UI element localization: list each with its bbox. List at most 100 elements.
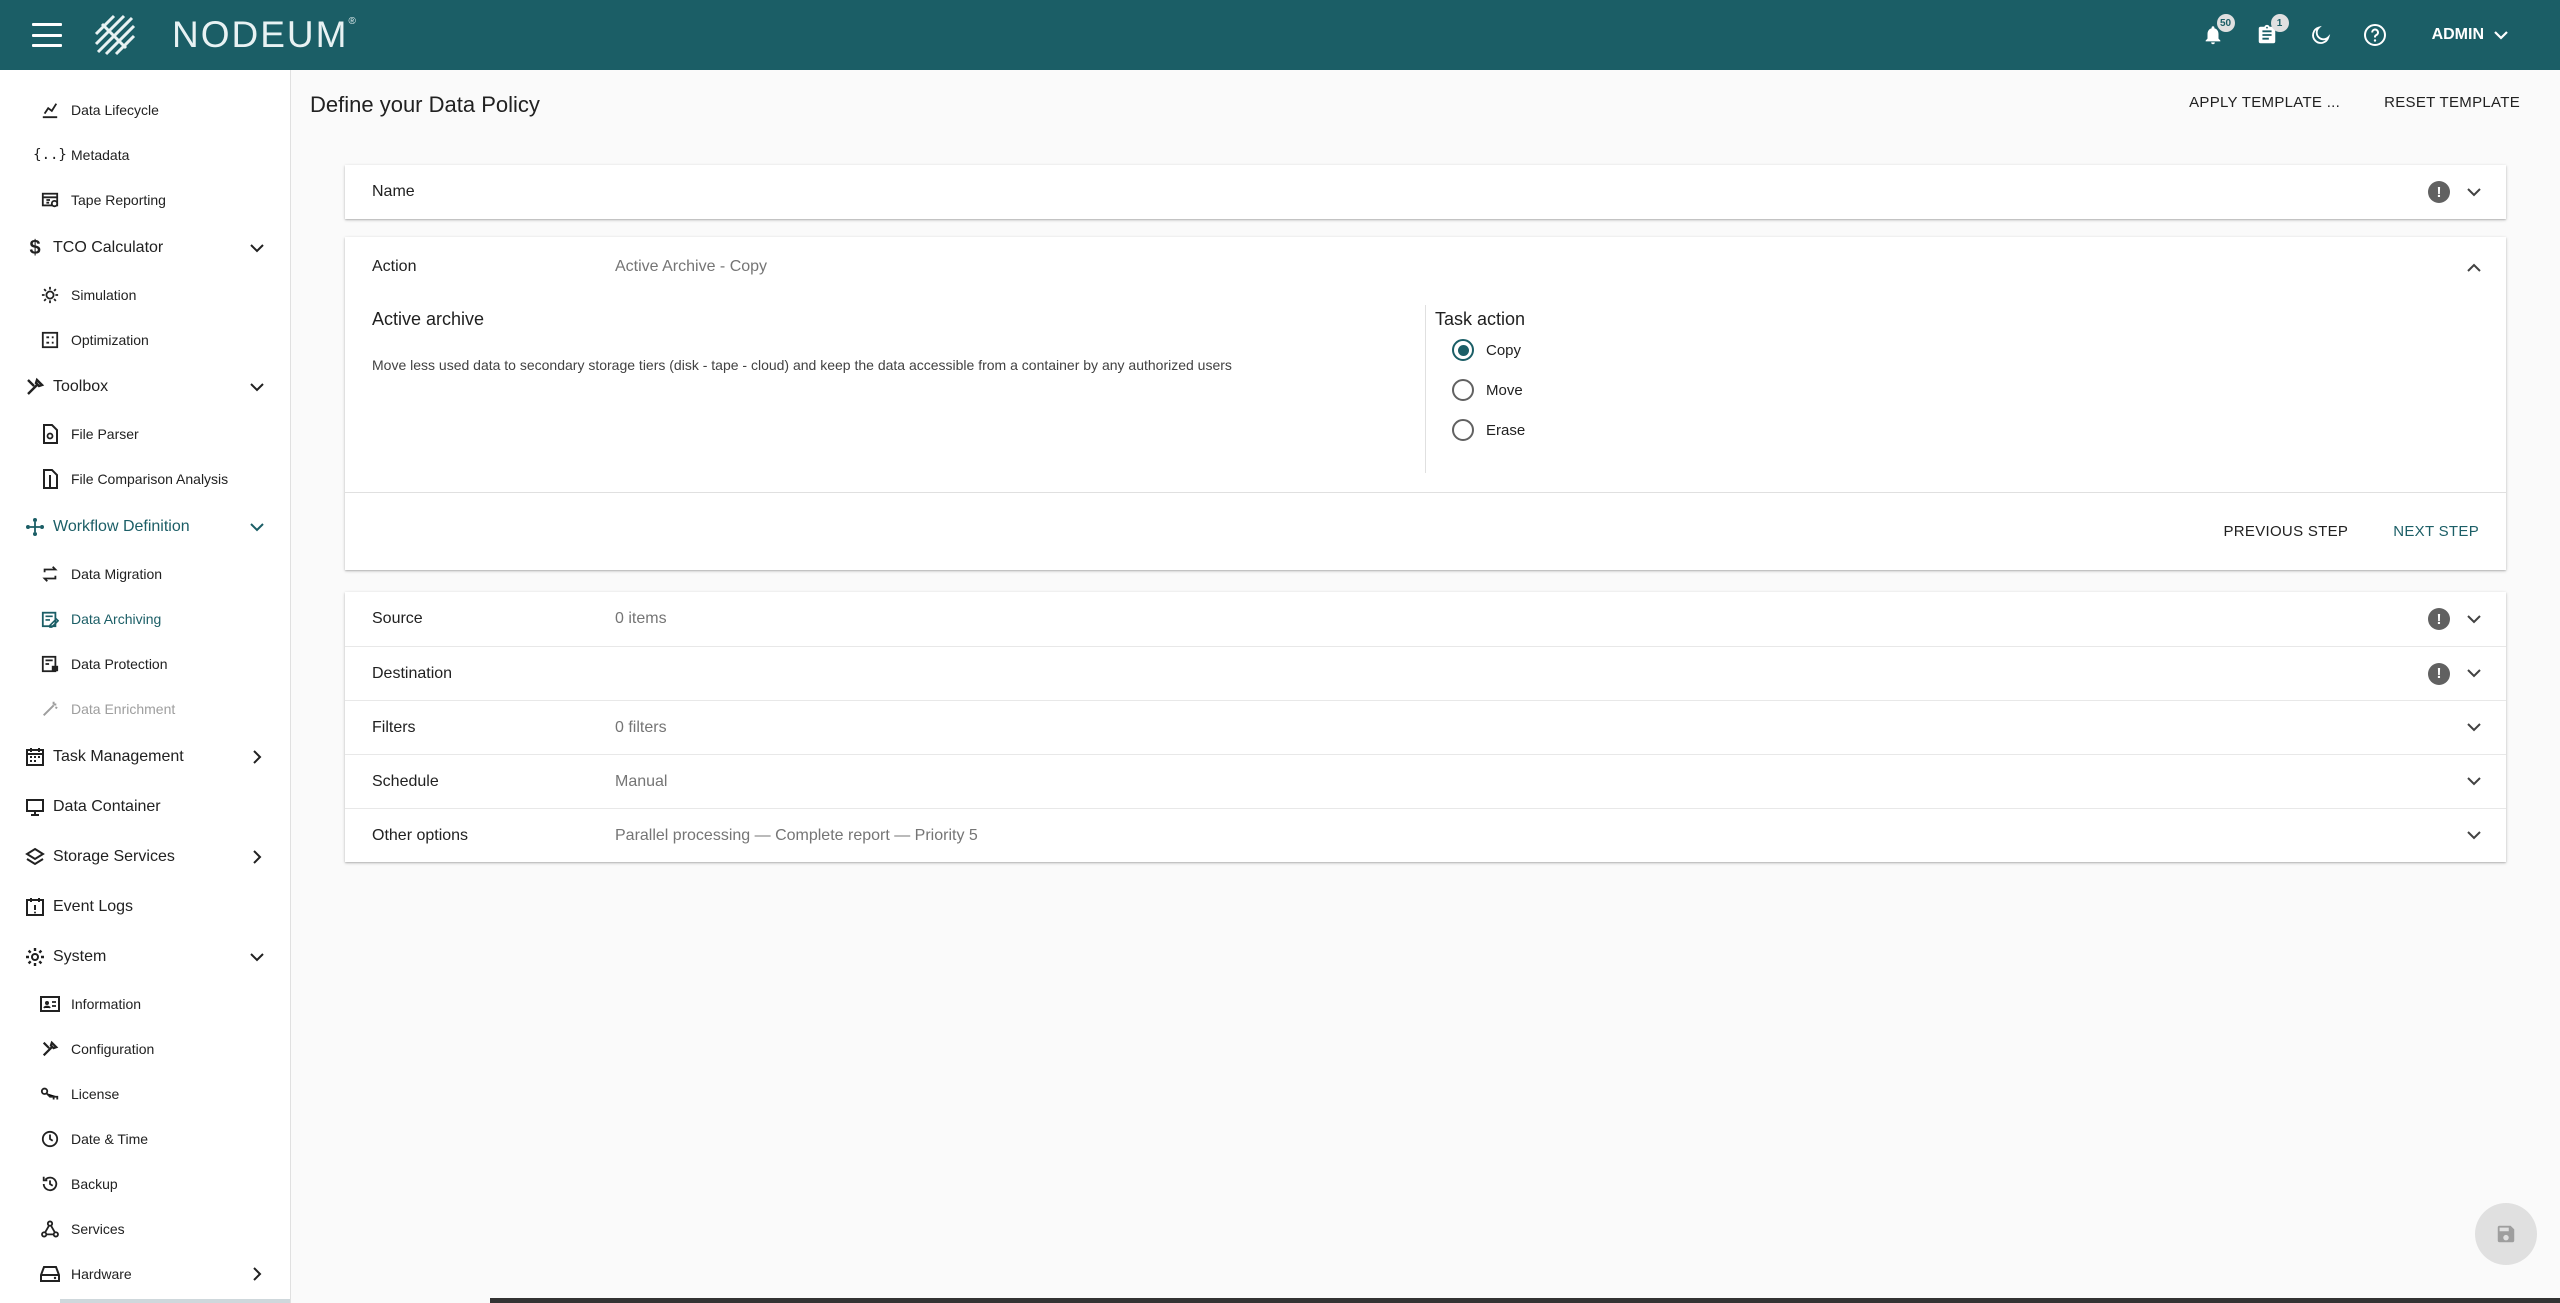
tools-icon [24,376,46,398]
sidebar-item-toolbox[interactable]: Toolbox [0,365,290,409]
sidebar-item-event-logs[interactable]: Event Logs [0,885,290,929]
source-section-header[interactable]: Source 0 items ! [345,592,2506,646]
dark-mode-button[interactable] [2294,0,2348,70]
key-icon [40,1084,60,1104]
sidebar-item-tape-reporting[interactable]: Tape Reporting [0,178,290,222]
reset-template-button[interactable]: RESET TEMPLATE [2384,94,2520,111]
sidebar-item-hardware[interactable]: Hardware [0,1252,290,1296]
radio-erase[interactable]: Erase [1452,410,1525,450]
event-icon [24,896,46,918]
sidebar: Data Lifecycle {..} Metadata Tape Report… [0,70,291,1303]
tasks-button[interactable]: 1 [2240,0,2294,70]
warning-icon: ! [2428,662,2450,685]
sidebar-item-configuration[interactable]: Configuration [0,1027,290,1071]
protection-icon [40,654,60,674]
brand-name: NODEUM® [172,14,358,55]
sidebar-item-backup[interactable]: Backup [0,1162,290,1206]
previous-step-button[interactable]: PREVIOUS STEP [2223,523,2348,540]
sidebar-item-data-protection[interactable]: Data Protection [0,642,290,686]
other-options-section-header[interactable]: Other options Parallel processing — Comp… [345,808,2506,862]
sidebar-cut-item [71,70,231,76]
chevron-right-icon [247,1264,267,1284]
action-summary: Active Archive - Copy [615,258,768,275]
sidebar-item-services[interactable]: Services [0,1207,290,1251]
chevron-down-icon [247,947,267,967]
moon-icon [2311,25,2330,44]
sidebar-item-data-lifecycle[interactable]: Data Lifecycle [0,88,290,132]
radio-move-control[interactable] [1452,379,1474,401]
nodeum-logo-icon [94,14,136,56]
chevron-down-icon[interactable] [2462,824,2486,848]
sidebar-item-data-migration[interactable]: Data Migration [0,552,290,596]
help-icon [2363,24,2386,46]
sidebar-item-data-archiving[interactable]: Data Archiving [0,597,290,641]
chevron-down-icon [247,517,267,537]
step-navigation: PREVIOUS STEP NEXT STEP [345,492,2506,570]
task-action-label: Task action [1435,309,1526,329]
sidebar-item-file-comparison-analysis[interactable]: File Comparison Analysis [0,457,290,501]
help-button[interactable] [2348,0,2402,70]
save-button[interactable] [2475,1203,2537,1265]
braces-icon: {..} [33,147,67,163]
user-name: ADMIN [2431,26,2484,43]
sidebar-item-data-enrichment[interactable]: Data Enrichment [0,687,290,731]
warning-icon: ! [2428,181,2450,203]
grid-icon [40,330,60,350]
action-section-header[interactable]: Action Active Archive - Copy [345,237,2506,297]
schedule-section-header[interactable]: Schedule Manual [345,754,2506,808]
calendar-icon [24,746,46,768]
next-step-button[interactable]: NEXT STEP [2393,523,2479,540]
chevron-down-icon[interactable] [2462,607,2486,631]
sidebar-item-system[interactable]: System [0,935,290,979]
chevron-down-icon[interactable] [2462,180,2486,204]
chevron-down-icon[interactable] [2462,716,2486,740]
destination-section-header[interactable]: Destination ! [345,646,2506,700]
name-section-header[interactable]: Name ! [345,165,2506,219]
sidebar-item-storage-services[interactable]: Storage Services [0,835,290,879]
sidebar-item-optimization[interactable]: Optimization [0,318,290,362]
chevron-down-icon[interactable] [2462,770,2486,794]
sidebar-item-file-parser[interactable]: File Parser [0,412,290,456]
id-card-icon [40,994,60,1014]
sidebar-item-date-time[interactable]: Date & Time [0,1117,290,1161]
app-header: NODEUM® 50 1 ADMIN [0,0,2560,70]
action-heading: Active archive [372,309,485,329]
action-body: Active archive Move less used data to se… [345,297,2506,492]
chevron-down-icon[interactable] [2462,662,2486,686]
sidebar-item-data-container[interactable]: Data Container [0,785,290,829]
user-menu[interactable]: ADMIN [2432,26,2508,44]
radio-move[interactable]: Move [1452,370,1525,410]
network-icon [40,1219,60,1239]
name-section: Name ! [345,165,2506,219]
sidebar-item-tco-calculator[interactable]: $ TCO Calculator [0,226,290,270]
remaining-sections: Source 0 items ! Destination ! Filters 0… [345,592,2506,862]
tools-icon [40,1039,60,1059]
file-compare-icon [40,469,60,489]
sidebar-item-information[interactable]: Information [0,982,290,1026]
sidebar-item-workflow-definition[interactable]: Workflow Definition [0,505,290,549]
clock-icon [40,1129,60,1149]
chevron-right-icon [247,747,267,767]
notifications-button[interactable]: 50 [2186,0,2240,70]
file-icon [40,424,60,444]
sidebar-item-license[interactable]: License [0,1072,290,1116]
filters-section-header[interactable]: Filters 0 filters [345,700,2506,754]
chevron-down-icon [2494,31,2508,40]
chart-icon [40,100,60,120]
hardware-icon [40,1264,60,1284]
radio-erase-control[interactable] [1452,419,1474,441]
sidebar-item-simulation[interactable]: Simulation [0,273,290,317]
apply-template-button[interactable]: APPLY TEMPLATE ... [2189,94,2340,111]
radio-copy-control[interactable] [1452,339,1474,361]
sidebar-horizontal-scrollbar[interactable] [60,1299,290,1303]
tasks-badge: 1 [2270,14,2289,32]
radio-copy[interactable]: Copy [1452,330,1525,370]
page-horizontal-scrollbar[interactable] [490,1298,2560,1303]
chevron-up-icon[interactable] [2462,255,2486,279]
menu-icon[interactable] [32,23,62,47]
sun-icon [40,285,60,305]
warning-icon: ! [2428,608,2450,630]
sidebar-item-metadata[interactable]: {..} Metadata [0,133,290,177]
sidebar-item-task-management[interactable]: Task Management [0,735,290,779]
chevron-down-icon [247,377,267,397]
